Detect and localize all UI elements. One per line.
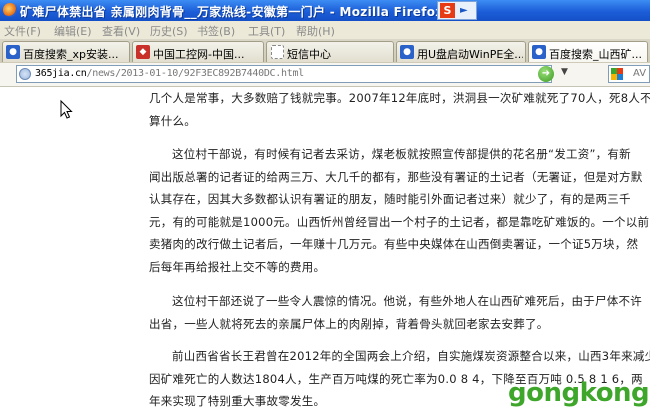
tab-label: 百度搜索_山西矿... <box>549 48 642 61</box>
text-line: 这位村干部说，有时候有记者去采访，煤老板就按照宣传部提供的花名册“发工资”，有新 <box>172 147 631 161</box>
tab-baidu-xp[interactable]: ● 百度搜索_xp安装... <box>2 41 130 62</box>
tab-winpe[interactable]: ● 用U盘启动WinPE全... <box>396 41 526 62</box>
paw-icon: ● <box>6 45 20 59</box>
paw-icon: ● <box>532 45 546 59</box>
tab-sms-center[interactable]: 短信中心 <box>266 41 394 62</box>
tab-label: 用U盘启动WinPE全... <box>417 48 523 61</box>
tab-label: 中国工控网-中国... <box>153 48 245 61</box>
chevron-right-icon[interactable]: ► <box>460 5 468 16</box>
gongkong-watermark: gongkong <box>508 378 650 408</box>
text-line: 后每年再给报社上交不等的费用。 <box>149 259 326 274</box>
menu-help[interactable]: 帮助(H) <box>296 23 335 39</box>
mouse-cursor-icon <box>60 99 73 119</box>
firefox-icon <box>3 3 17 17</box>
ime-toolbar[interactable]: S ► <box>437 1 477 20</box>
globe-icon <box>19 68 31 80</box>
url-domain: 365jia.cn <box>35 68 87 79</box>
tab-strip: ● 百度搜索_xp安装... ◆ 中国工控网-中国... 短信中心 ● 用U盘启… <box>0 39 650 64</box>
go-arrow-icon[interactable]: ➜ <box>538 66 554 82</box>
tab-label: 百度搜索_xp安装... <box>23 48 119 61</box>
text-line: 卖猪肉的改行做土记者后，一年赚十几万元。有些中央媒体在山西倒卖署证，一个证5万块… <box>149 237 639 251</box>
search-input[interactable]: AV <box>633 68 646 79</box>
text-line: 几个人是常事，大多数赔了钱就完事。2007年12年底时，洪洞县一次矿难就死了70… <box>149 91 650 105</box>
tab-gongkong[interactable]: ◆ 中国工控网-中国... <box>132 41 264 62</box>
text-line: 算什么。 <box>149 113 196 128</box>
text-line: 认其存在，因其大多数都认识有署证的朋友，随时能引外面记者过来）就少了，有的是两三… <box>149 192 631 206</box>
title-bar: 矿难尸体禁出省 亲属刚肉背骨__万家热线-安徽第一门户 - Mozilla Fi… <box>0 0 650 21</box>
chevron-down-icon[interactable]: ▼ <box>561 67 568 77</box>
url-text[interactable]: 365jia.cn/news/2013-01-10/92F3EC892B7440… <box>35 68 304 79</box>
menu-view[interactable]: 查看(V) <box>102 23 140 39</box>
sogou-ime-icon[interactable]: S <box>440 3 455 18</box>
gongkong-icon: ◆ <box>136 45 150 59</box>
paw-icon: ● <box>400 45 414 59</box>
search-engine-icon[interactable] <box>611 68 623 80</box>
search-box[interactable]: AV <box>608 65 650 83</box>
menu-tools[interactable]: 工具(T) <box>248 23 285 39</box>
tab-label: 短信中心 <box>287 48 331 61</box>
text-line: 出省，一些人就将死去的亲属尸体上的肉剐掉，背着骨头就回老家去安葬了。 <box>149 316 549 331</box>
menu-bookmarks[interactable]: 书签(B) <box>197 23 235 39</box>
menu-bar: 文件(F) 编辑(E) 查看(V) 历史(S) 书签(B) 工具(T) 帮助(H… <box>0 21 650 40</box>
menu-file[interactable]: 文件(F) <box>4 23 41 39</box>
url-path: /news/2013-01-10/92F3EC892B7440DC.html <box>86 68 305 79</box>
blank-page-icon <box>271 45 284 59</box>
text-line: 元，有的可能就是1000元。山西忻州曾经冒出一个村子的土记者，都是靠吃矿难饭的。… <box>149 214 650 229</box>
article-paragraph-2: 这位村干部说，有时候有记者去采访，煤老板就按照宣传部提供的花名册“发工资”，有新… <box>149 143 650 278</box>
text-line: 这位村干部还说了一些令人震惊的情况。他说，有些外地人在山西矿难死后，由于尸体不许 <box>172 294 642 308</box>
text-line: 前山西省省长王君曾在2012年的全国两会上介绍，自实施煤炭资源整合以来，山西3年… <box>172 349 650 363</box>
tab-baidu-shanxi[interactable]: ● 百度搜索_山西矿... <box>528 41 648 62</box>
article-paragraph-3: 这位村干部还说了一些令人震惊的情况。他说，有些外地人在山西矿难死后，由于尸体不许… <box>149 290 647 335</box>
window-title: 矿难尸体禁出省 亲属刚肉背骨__万家热线-安徽第一门户 - Mozilla Fi… <box>20 5 444 19</box>
article-paragraph-1: 几个人是常事，大多数赔了钱就完事。2007年12年底时，洪洞县一次矿难就死了70… <box>149 87 650 132</box>
text-line: 闻出版总署的记者证的给两三万、大几千的都有，那些没有署证的土记者（无署证，但是对… <box>149 169 643 184</box>
url-bar[interactable]: 365jia.cn/news/2013-01-10/92F3EC892B7440… <box>16 65 552 83</box>
menu-edit[interactable]: 编辑(E) <box>54 23 92 39</box>
menu-history[interactable]: 历史(S) <box>150 23 188 39</box>
